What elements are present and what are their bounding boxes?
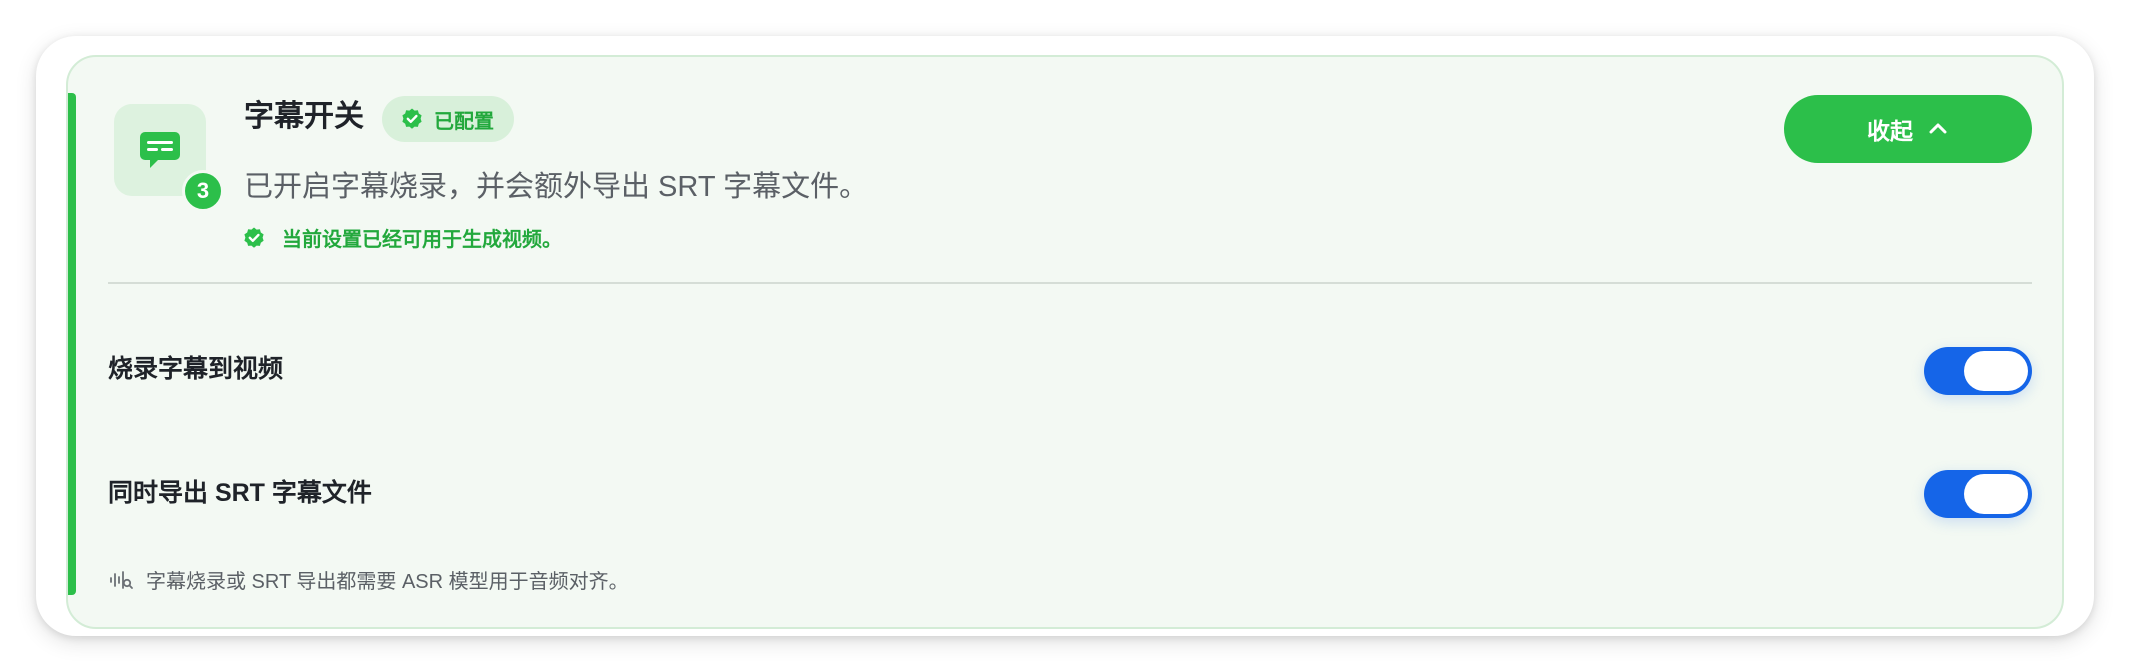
toggle-knob: [1964, 351, 2028, 391]
section-accent-bar: [68, 93, 76, 595]
burn-subtitles-toggle[interactable]: [1924, 347, 2032, 395]
export-srt-toggle[interactable]: [1924, 470, 2032, 518]
ready-status-text: 当前设置已经可用于生成视频。: [282, 229, 562, 251]
status-badge: 已配置: [382, 96, 514, 142]
verified-check-icon: [402, 108, 422, 129]
collapse-button[interactable]: 收起: [1784, 95, 2032, 163]
section-divider: [108, 282, 2032, 284]
collapse-button-label: 收起: [1867, 118, 1913, 144]
toggle-knob: [1964, 474, 2028, 514]
step-number-badge: 3: [182, 170, 224, 212]
section-title: 字幕开关: [244, 100, 364, 133]
chevron-up-icon: [1929, 123, 1947, 134]
audio-wave-icon: [110, 570, 133, 589]
burn-subtitles-label: 烧录字幕到视频: [108, 355, 284, 383]
export-srt-label: 同时导出 SRT 字幕文件: [108, 479, 372, 507]
status-badge-label: 已配置: [434, 110, 494, 133]
verified-check-icon: [244, 227, 264, 248]
asr-requirement-text: 字幕烧录或 SRT 导出都需要 ASR 模型用于音频对齐。: [146, 571, 629, 593]
asr-requirement-note: 字幕烧录或 SRT 导出都需要 ASR 模型用于音频对齐。: [108, 565, 629, 594]
ready-status: 当前设置已经可用于生成视频。: [242, 223, 562, 252]
section-description: 已开启字幕烧录，并会额外导出 SRT 字幕文件。: [244, 171, 869, 203]
subtitle-section-panel: 3 字幕开关 已配置 已开启字幕烧录，并会额外导出 SRT 字幕文件。 当前设置…: [66, 55, 2064, 629]
